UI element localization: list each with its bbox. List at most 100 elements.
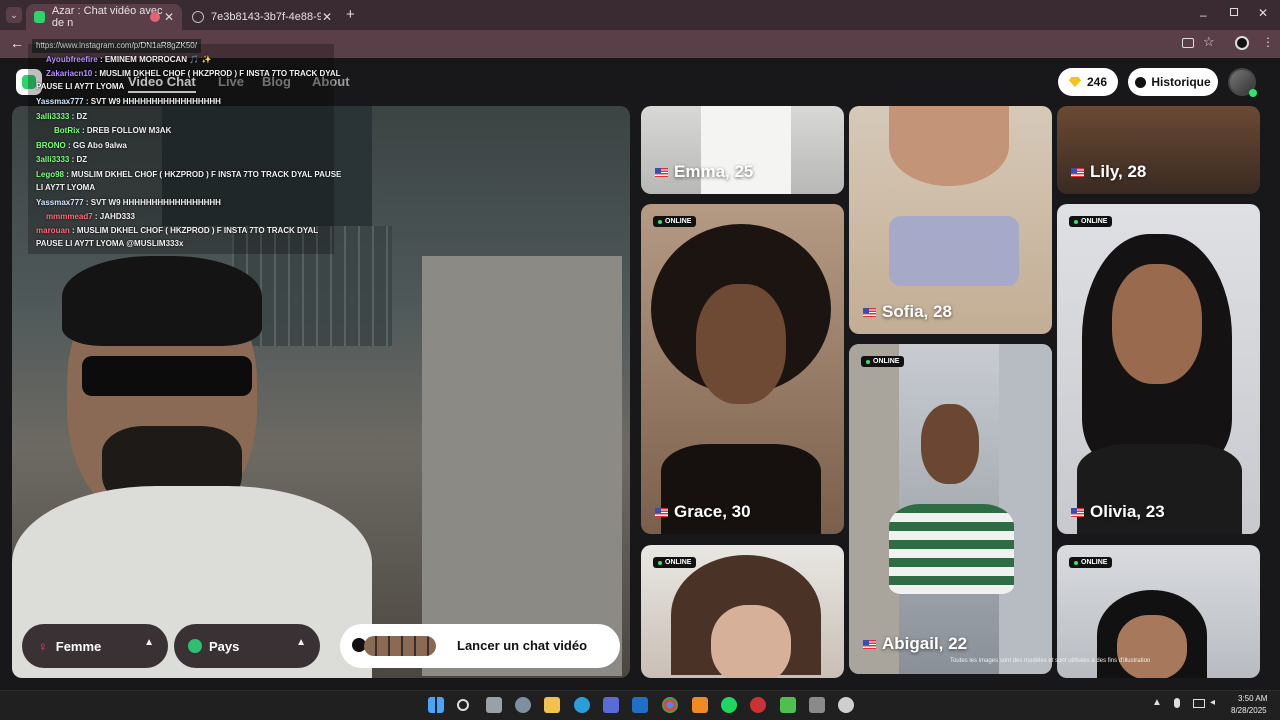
tab-azar[interactable]: Azar : Chat vidéo avec de n ✕	[26, 4, 182, 30]
gems-balance[interactable]: 246	[1058, 68, 1118, 96]
chat-msg: : DREB FOLLOW M3AK	[82, 126, 172, 135]
online-badge-text: ONLINE	[873, 358, 900, 365]
app-orange-icon[interactable]	[692, 697, 708, 713]
profile-card[interactable]: ONLINE	[641, 545, 844, 678]
chevron-up-icon: ▲	[144, 637, 154, 648]
online-badge: ONLINE	[653, 557, 697, 568]
new-tab-button[interactable]: +	[346, 6, 355, 23]
disclaimer: Toutes les images sont des modèles et so…	[950, 658, 1151, 664]
globe-icon	[192, 11, 204, 23]
close-tab-icon[interactable]: ✕	[164, 10, 174, 24]
chat-user: 3alli3333	[36, 112, 70, 121]
spotify-icon[interactable]	[721, 697, 737, 713]
gender-select[interactable]: ♀ Femme ▲	[22, 624, 168, 668]
online-badge-text: ONLINE	[1081, 559, 1108, 566]
profile-card[interactable]: ONLINE Abigail, 22	[849, 344, 1052, 674]
profile-name: Sofia, 28	[863, 302, 952, 322]
chat-line: PAUSE LI AY7T LYOMA @MUSLIM333x	[36, 237, 183, 251]
chat-msg: : DZ	[71, 155, 88, 164]
close-window-icon[interactable]: ✕	[1258, 6, 1268, 20]
chat-msg: : MUSLIM DKHEL CHOF ( HKZPROD ) F INSTA …	[94, 69, 341, 78]
tray-chevron-icon[interactable]: ▲	[1152, 697, 1162, 708]
recording-indicator-icon	[150, 12, 160, 22]
profile-card[interactable]: Lily, 28	[1057, 106, 1260, 194]
online-dot-icon	[658, 560, 662, 565]
clock-icon	[1135, 76, 1147, 88]
microphone-icon[interactable]	[1174, 698, 1180, 708]
search-icon[interactable]	[457, 699, 469, 711]
profile-name-text: Sofia, 28	[882, 302, 952, 321]
online-dot-icon	[866, 359, 870, 364]
minimize-icon[interactable]: –	[1200, 8, 1207, 22]
tab-second[interactable]: 7e3b8143-3b7f-4e88-99f5-626 ✕	[184, 4, 340, 30]
bookmark-star-icon[interactable]: ☆	[1203, 34, 1215, 50]
gender-label: Femme	[55, 638, 102, 654]
clock-date[interactable]: 8/28/2025	[1231, 706, 1267, 715]
profile-card[interactable]: ONLINE Olivia, 23	[1057, 204, 1260, 534]
start-video-chat-button[interactable]: Lancer un chat vidéo	[340, 624, 620, 668]
calculator-icon[interactable]	[809, 697, 825, 713]
azar-favicon	[34, 11, 45, 23]
windows-start-icon[interactable]	[428, 697, 444, 713]
outlook-icon[interactable]	[632, 697, 648, 713]
tab-title: 7e3b8143-3b7f-4e88-99f5-626	[211, 11, 321, 23]
edge-icon[interactable]	[574, 697, 590, 713]
app-clock-icon[interactable]	[838, 697, 854, 713]
profile-name: Olivia, 23	[1071, 502, 1165, 522]
profile-card[interactable]: Sofia, 28	[849, 106, 1052, 334]
chat-user: Yassmax777	[36, 97, 84, 106]
app-red-icon[interactable]	[750, 697, 766, 713]
maximize-icon[interactable]	[1230, 8, 1238, 16]
file-explorer-icon[interactable]	[544, 697, 560, 713]
profile-card[interactable]: ONLINE Grace, 30	[641, 204, 844, 534]
building-shape	[849, 344, 899, 674]
online-badge: ONLINE	[1069, 557, 1113, 568]
online-badge-text: ONLINE	[1081, 218, 1108, 225]
chrome-icon[interactable]	[662, 697, 678, 713]
chat-line: Yassmax777 : SVT W9 HHHHHHHHHHHHHHHHH	[36, 95, 221, 109]
face-shape	[711, 605, 791, 678]
volume-icon[interactable]: ◂	[1210, 697, 1215, 708]
store-icon[interactable]	[603, 697, 619, 713]
browser-menu-icon[interactable]: ⋮	[1262, 35, 1274, 49]
close-tab-icon[interactable]: ✕	[322, 10, 332, 24]
chat-line: Yassmax777 : SVT W9 HHHHHHHHHHHHHHHHH	[36, 196, 221, 210]
country-label: Pays	[209, 638, 240, 654]
chat-line: mmmmead7 : JAHD333	[46, 210, 135, 224]
profile-avatar[interactable]	[1235, 36, 1249, 50]
top-shape	[889, 216, 1019, 286]
us-flag-icon	[655, 507, 668, 517]
tab-search-button[interactable]: ⌄	[6, 7, 22, 23]
back-arrow-icon[interactable]: ←	[10, 35, 24, 51]
network-icon[interactable]	[1193, 699, 1205, 708]
app-green-icon[interactable]	[780, 697, 796, 713]
online-badge-text: ONLINE	[665, 218, 692, 225]
clock-time[interactable]: 3:50 AM	[1238, 694, 1267, 703]
cast-icon[interactable]	[1182, 38, 1194, 48]
user-avatar[interactable]	[1228, 68, 1257, 97]
globe-icon	[188, 639, 202, 653]
chat-user: Ayoubfreefire	[46, 55, 98, 64]
chat-line: BotRix : DREB FOLLOW M3AK	[54, 124, 171, 138]
face-shape	[921, 404, 979, 484]
history-button[interactable]: Historique	[1128, 68, 1218, 96]
profile-name-text: Abigail, 22	[882, 634, 968, 653]
hair-shape	[62, 256, 262, 346]
online-dot-icon	[1074, 219, 1078, 224]
online-badge-text: ONLINE	[665, 559, 692, 566]
chat-user: Yassmax777	[36, 198, 84, 207]
settings-gear-icon[interactable]	[515, 697, 531, 713]
top-shape	[889, 504, 1014, 594]
face-shape	[696, 284, 786, 404]
start-label: Lancer un chat vidéo	[457, 638, 588, 653]
building-shape	[999, 344, 1052, 674]
profile-card[interactable]: Emma, 25	[641, 106, 844, 194]
sunglasses-shape	[82, 356, 252, 396]
task-view-icon[interactable]	[486, 697, 502, 713]
chat-msg: PAUSE LI AY7T LYOMA @MUSLIM333x	[36, 239, 184, 248]
chat-msg: : SVT W9 HHHHHHHHHHHHHHHHH	[85, 198, 221, 207]
us-flag-icon	[1071, 507, 1084, 517]
chat-line: 3alli3333 : DZ	[36, 153, 87, 167]
country-select[interactable]: Pays ▲	[174, 624, 320, 668]
chat-line: LI AY7T LYOMA	[36, 181, 95, 195]
